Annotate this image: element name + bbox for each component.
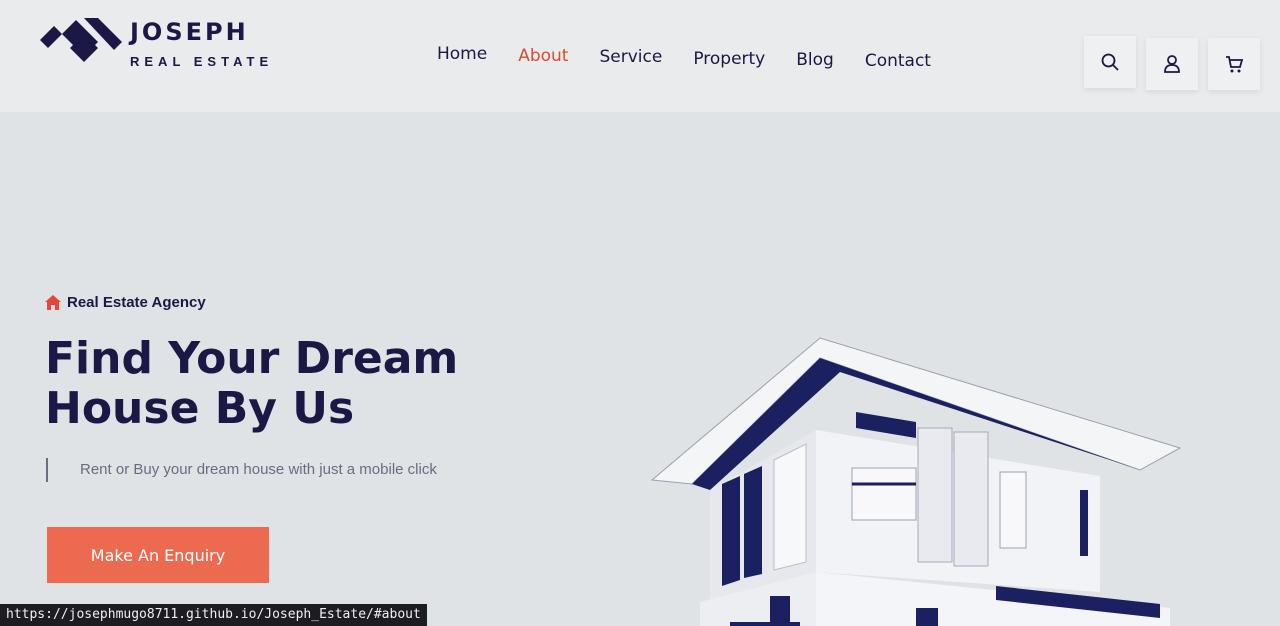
site-header: JOSEPH REAL ESTATE Home About Service Pr… [0,0,1280,112]
house-illustration [650,337,1182,626]
nav-blog[interactable]: Blog [796,50,834,71]
eyebrow-text: Real Estate Agency [67,294,206,311]
nav-contact[interactable]: Contact [865,51,931,71]
headline-line-2: House By Us [45,383,355,434]
nav-home[interactable]: Home [437,44,487,71]
search-button[interactable] [1084,36,1136,88]
user-icon [1164,55,1180,73]
account-button[interactable] [1146,38,1198,90]
hero-eyebrow: Real Estate Agency [45,294,206,311]
make-enquiry-button[interactable]: Make An Enquiry [47,527,269,583]
main-nav: Home About Service Property Blog Contact [437,44,962,71]
nav-about[interactable]: About [518,46,568,71]
link-preview-status: https://josephmugo8711.github.io/Joseph_… [0,604,427,626]
cart-icon [1226,56,1244,73]
hero-subline: Rent or Buy your dream house with just a… [46,458,437,482]
nav-service[interactable]: Service [599,47,662,71]
hero-headline: Find Your Dream House By Us [45,334,525,434]
search-icon [1101,53,1119,71]
home-icon [45,295,61,310]
hero-section: Real Estate Agency Find Your Dream House… [0,112,1280,626]
nav-property[interactable]: Property [693,49,765,71]
headline-line-1: Find Your Dream [45,333,459,384]
logo-mark-icon [40,18,122,62]
brand-name: JOSEPH [130,18,249,46]
logo[interactable]: JOSEPH REAL ESTATE [40,14,273,69]
brand-tagline: REAL ESTATE [130,54,274,69]
cart-button[interactable] [1208,38,1260,90]
